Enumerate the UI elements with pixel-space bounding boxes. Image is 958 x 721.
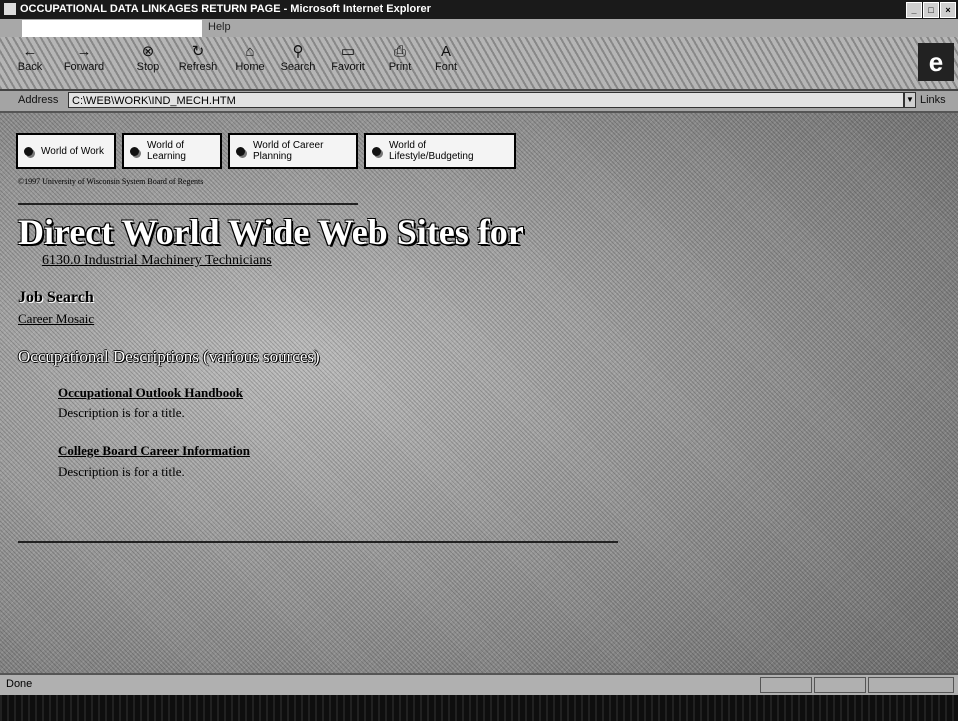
- favorites-button[interactable]: ▭ Favorit: [326, 43, 370, 83]
- font-icon: A: [440, 43, 451, 60]
- entry-description: Description is for a title.: [58, 405, 185, 420]
- job-search-heading: Job Search: [18, 289, 94, 306]
- copyright-notice: ©1997 University of Wisconsin System Boa…: [18, 177, 204, 186]
- menu-bar: Help: [0, 19, 958, 37]
- search-label: Search: [280, 61, 316, 73]
- print-button[interactable]: ⎙ Print: [378, 43, 422, 83]
- zone-pane: [868, 677, 954, 693]
- search-icon: ⚲: [292, 43, 304, 60]
- refresh-button[interactable]: ↻ Refresh: [176, 43, 220, 83]
- font-label: Font: [434, 61, 457, 73]
- taskbar: [0, 695, 958, 721]
- address-dropdown-icon[interactable]: ▼: [904, 92, 916, 108]
- occupational-descriptions-heading: Occupational Descriptions (various sourc…: [18, 347, 320, 366]
- close-button[interactable]: ×: [940, 2, 956, 18]
- nav-world-of-lifestyle-budgeting[interactable]: World of Lifestyle/Budgeting: [364, 133, 516, 169]
- nav-world-of-learning[interactable]: World of Learning: [122, 133, 222, 169]
- refresh-label: Refresh: [178, 61, 218, 73]
- refresh-icon: ↻: [191, 43, 205, 60]
- address-bar: Address C:\WEB\WORK\IND_MECH.HTM ▼ Links: [0, 91, 958, 113]
- stop-button[interactable]: ⊗ Stop: [126, 43, 170, 83]
- nav-world-of-career-planning[interactable]: World of Career Planning: [228, 133, 358, 169]
- career-mosaic-link[interactable]: Career Mosaic: [18, 311, 94, 327]
- home-icon: ⌂: [245, 43, 255, 60]
- nav-label: World of Lifestyle/Budgeting: [389, 140, 474, 162]
- font-button[interactable]: A Font: [424, 43, 468, 83]
- address-label: Address: [18, 94, 59, 106]
- ie-page-icon: [4, 3, 16, 15]
- window-title: OCCUPATIONAL DATA LINKAGES RETURN PAGE -…: [20, 3, 431, 15]
- address-input[interactable]: C:\WEB\WORK\IND_MECH.HTM: [68, 92, 904, 108]
- bullet-icon: [236, 146, 245, 156]
- page-title: Direct World Wide Web Sites for: [18, 212, 524, 252]
- print-label: Print: [388, 61, 412, 73]
- entry-description: Description is for a title.: [58, 464, 185, 479]
- title-bar: OCCUPATIONAL DATA LINKAGES RETURN PAGE -…: [0, 0, 958, 19]
- forward-arrow-icon: →: [76, 43, 92, 60]
- toolbar: ← Back → Forward ⊗ Stop ↻ Refresh ⌂ Home…: [0, 37, 958, 91]
- redacted-area: [22, 20, 202, 37]
- nav-label: World of Career Planning: [253, 140, 324, 162]
- stop-label: Stop: [136, 61, 160, 73]
- status-pane: [814, 677, 866, 693]
- world-nav: World of Work World of Learning World of…: [16, 133, 516, 169]
- back-button[interactable]: ← Back: [8, 43, 52, 83]
- home-button[interactable]: ⌂ Home: [228, 43, 272, 83]
- divider-bottom: [18, 541, 618, 543]
- page-content: World of Work World of Learning World of…: [0, 113, 958, 673]
- occupation-link[interactable]: 6130.0 Industrial Machinery Technicians: [42, 253, 272, 269]
- browser-window: OCCUPATIONAL DATA LINKAGES RETURN PAGE -…: [0, 0, 958, 721]
- menu-help[interactable]: Help: [208, 21, 231, 33]
- links-button[interactable]: Links: [920, 94, 946, 106]
- nav-world-of-work[interactable]: World of Work: [16, 133, 116, 169]
- favorites-icon: ▭: [340, 43, 356, 60]
- nav-label: World of Work: [41, 145, 104, 157]
- forward-button[interactable]: → Forward: [62, 43, 106, 83]
- status-pane: [760, 677, 812, 693]
- stop-icon: ⊗: [141, 43, 155, 60]
- search-button[interactable]: ⚲ Search: [276, 43, 320, 83]
- ie-logo-icon: e: [918, 43, 954, 81]
- nav-label: World of Learning: [147, 140, 186, 162]
- favorites-label: Favorit: [331, 61, 365, 73]
- status-bar: Done: [0, 673, 958, 695]
- bullet-icon: [130, 146, 139, 156]
- divider-top: [18, 203, 358, 205]
- occupational-outlook-handbook-link[interactable]: Occupational Outlook Handbook: [58, 385, 243, 401]
- maximize-button[interactable]: □: [923, 2, 939, 18]
- print-icon: ⎙: [393, 43, 406, 60]
- forward-label: Forward: [63, 61, 105, 73]
- back-arrow-icon: ←: [22, 43, 38, 60]
- college-board-link[interactable]: College Board Career Information: [58, 443, 250, 459]
- status-text: Done: [6, 678, 33, 690]
- bullet-icon: [372, 146, 381, 156]
- home-label: Home: [235, 61, 265, 73]
- minimize-button[interactable]: _: [906, 2, 922, 18]
- back-label: Back: [17, 61, 43, 73]
- bullet-icon: [24, 146, 33, 156]
- window-controls: _ □ ×: [906, 2, 956, 18]
